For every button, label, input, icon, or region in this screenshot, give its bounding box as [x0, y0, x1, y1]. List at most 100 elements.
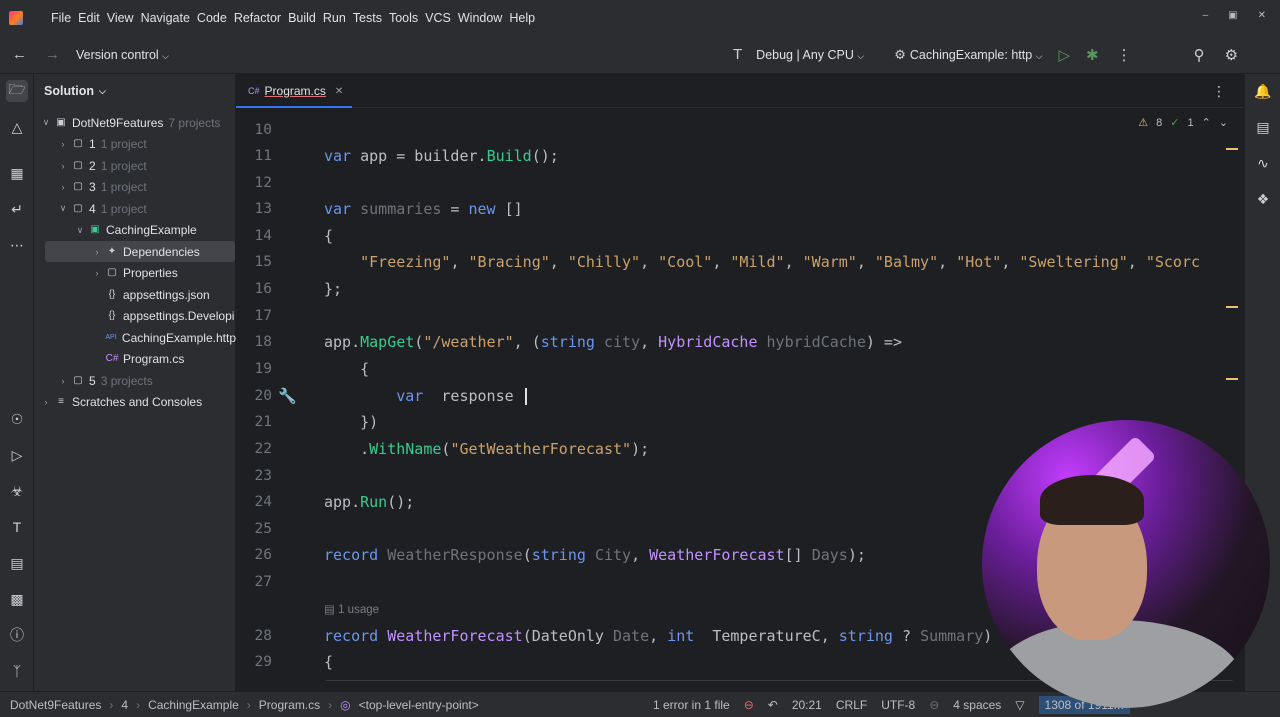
- line-number[interactable]: 19: [236, 356, 272, 382]
- menu-item-help[interactable]: Help: [509, 11, 535, 25]
- tab-program-cs[interactable]: C# Program.cs ✕: [236, 74, 352, 109]
- database-icon[interactable]: ▤: [6, 552, 28, 574]
- menu-item-build[interactable]: Build: [288, 11, 316, 25]
- run-icon[interactable]: ▷: [1059, 46, 1071, 64]
- chevron-down-icon[interactable]: ∨: [57, 203, 69, 214]
- tree-item[interactable]: ∨ ▣ DotNet9Features 7 projects: [34, 112, 236, 133]
- debug-tool-icon[interactable]: ☣: [6, 480, 28, 502]
- chevron-right-icon[interactable]: ›: [40, 397, 52, 407]
- structure-icon[interactable]: △: [6, 116, 28, 138]
- menu-item-view[interactable]: View: [107, 11, 134, 25]
- tree-item[interactable]: {} appsettings.Developi: [34, 306, 236, 327]
- wrench-icon[interactable]: 🔧: [278, 387, 297, 405]
- database-icon[interactable]: ▤: [1252, 116, 1274, 138]
- menu-item-code[interactable]: Code: [197, 11, 227, 25]
- breadcrumb-item[interactable]: DotNet9Features: [10, 698, 101, 712]
- endpoints-icon[interactable]: ↵: [6, 198, 28, 220]
- line-number[interactable]: 11: [236, 143, 272, 169]
- chevron-right-icon[interactable]: ›: [57, 139, 69, 149]
- problems-icon[interactable]: ⓘ: [6, 624, 28, 646]
- menu-item-refactor[interactable]: Refactor: [234, 11, 281, 25]
- inspection-toggle-icon[interactable]: ↶: [768, 698, 778, 712]
- line-number[interactable]: 27: [236, 569, 272, 595]
- configuration-selector[interactable]: Debug | Any CPU ⌵: [756, 48, 864, 62]
- line-number[interactable]: 14: [236, 223, 272, 249]
- menu-item-file[interactable]: File: [51, 11, 71, 25]
- menu-item-tests[interactable]: Tests: [353, 11, 382, 25]
- terminal-icon[interactable]: ▩: [6, 588, 28, 610]
- debug-icon[interactable]: ✱: [1086, 46, 1099, 64]
- run-tool-icon[interactable]: ▷: [6, 444, 28, 466]
- line-number[interactable]: 26: [236, 542, 272, 568]
- error-count[interactable]: 1 error in 1 file: [653, 698, 730, 712]
- services-icon[interactable]: ☉: [6, 408, 28, 430]
- close-icon[interactable]: ✕: [1258, 10, 1266, 21]
- tree-item[interactable]: C# Program.cs: [34, 349, 236, 370]
- explorer-folder-icon[interactable]: 🗁: [6, 80, 28, 102]
- breadcrumb-item[interactable]: 4: [121, 698, 128, 712]
- line-number[interactable]: 10: [236, 117, 272, 143]
- search-icon[interactable]: ⚲: [1194, 46, 1205, 64]
- line-number[interactable]: 20: [236, 383, 272, 409]
- tree-item[interactable]: › ✦ Dependencies: [45, 241, 235, 262]
- tree-item[interactable]: › ▢ 1 1 project: [34, 134, 236, 155]
- chevron-right-icon[interactable]: ›: [57, 376, 69, 386]
- close-tab-icon[interactable]: ✕: [335, 86, 343, 97]
- version-control-menu[interactable]: Version control ⌵: [76, 48, 169, 62]
- line-number[interactable]: 28: [236, 623, 272, 649]
- tree-item[interactable]: › ▢ 3 1 project: [34, 177, 236, 198]
- git-icon[interactable]: ᛉ: [6, 660, 28, 682]
- line-number[interactable]: 12: [236, 170, 272, 196]
- forward-arrow-icon[interactable]: →: [45, 46, 60, 63]
- line-number[interactable]: 16: [236, 276, 272, 302]
- chevron-right-icon[interactable]: ›: [91, 268, 103, 278]
- menu-item-run[interactable]: Run: [323, 11, 346, 25]
- line-number[interactable]: 24: [236, 489, 272, 515]
- line-separator[interactable]: CRLF: [836, 698, 867, 712]
- error-stripe-marker[interactable]: [1226, 148, 1238, 150]
- breadcrumb-item[interactable]: <top-level-entry-point>: [359, 698, 479, 712]
- notifications-bell-icon[interactable]: 🔔: [1252, 80, 1274, 102]
- tree-item[interactable]: API CachingExample.http: [34, 327, 236, 348]
- tree-item[interactable]: {} appsettings.json: [34, 284, 236, 305]
- solution-header[interactable]: Solution ⌵: [34, 74, 235, 108]
- chevron-right-icon[interactable]: ›: [57, 161, 69, 171]
- ai-assistant-icon[interactable]: ❖: [1252, 188, 1274, 210]
- chevron-right-icon[interactable]: ›: [91, 247, 103, 257]
- line-number[interactable]: 22: [236, 436, 272, 462]
- menu-item-vcs[interactable]: VCS: [425, 11, 451, 25]
- settings-gear-icon[interactable]: ⚙: [1225, 46, 1238, 64]
- plugins-icon[interactable]: ▦: [6, 162, 28, 184]
- error-stripe-marker[interactable]: [1226, 378, 1238, 380]
- build-tool-icon[interactable]: T: [6, 516, 28, 538]
- more-tools-icon[interactable]: ⋯: [6, 234, 28, 256]
- chevron-right-icon[interactable]: ›: [57, 182, 69, 192]
- minimize-icon[interactable]: –: [1203, 10, 1209, 21]
- tree-item[interactable]: ∨ ▣ CachingExample: [34, 220, 236, 241]
- line-number[interactable]: 15: [236, 249, 272, 275]
- line-number[interactable]: 25: [236, 516, 272, 542]
- maximize-icon[interactable]: ▣: [1228, 10, 1237, 21]
- line-number[interactable]: 21: [236, 409, 272, 435]
- line-number[interactable]: 29: [236, 649, 272, 675]
- more-options-icon[interactable]: ⋮: [1117, 46, 1132, 64]
- caret-position[interactable]: 20:21: [792, 698, 822, 712]
- chevron-down-icon[interactable]: ∨: [40, 117, 52, 128]
- tree-item[interactable]: › ▢ 5 3 projects: [34, 370, 236, 391]
- back-arrow-icon[interactable]: ←: [12, 46, 27, 63]
- breadcrumb-item[interactable]: CachingExample: [148, 698, 239, 712]
- line-number[interactable]: 18: [236, 329, 272, 355]
- tree-item[interactable]: › ▢ 2 1 project: [34, 155, 236, 176]
- performance-icon[interactable]: ∿: [1252, 152, 1274, 174]
- menu-item-window[interactable]: Window: [458, 11, 502, 25]
- menu-item-tools[interactable]: Tools: [389, 11, 418, 25]
- rider-logo-icon[interactable]: [9, 11, 23, 25]
- tree-item[interactable]: › ≡ Scratches and Consoles: [34, 392, 236, 413]
- tree-item[interactable]: ∨ ▢ 4 1 project: [34, 198, 236, 219]
- build-hammer-icon[interactable]: T: [733, 46, 742, 63]
- error-stripe-marker[interactable]: [1226, 306, 1238, 308]
- tab-options-icon[interactable]: ⋮: [1212, 83, 1226, 100]
- run-target-selector[interactable]: CachingExample: http ⌵: [910, 48, 1043, 62]
- tree-item[interactable]: › ▢ Properties: [34, 263, 236, 284]
- breadcrumb-item[interactable]: Program.cs: [259, 698, 320, 712]
